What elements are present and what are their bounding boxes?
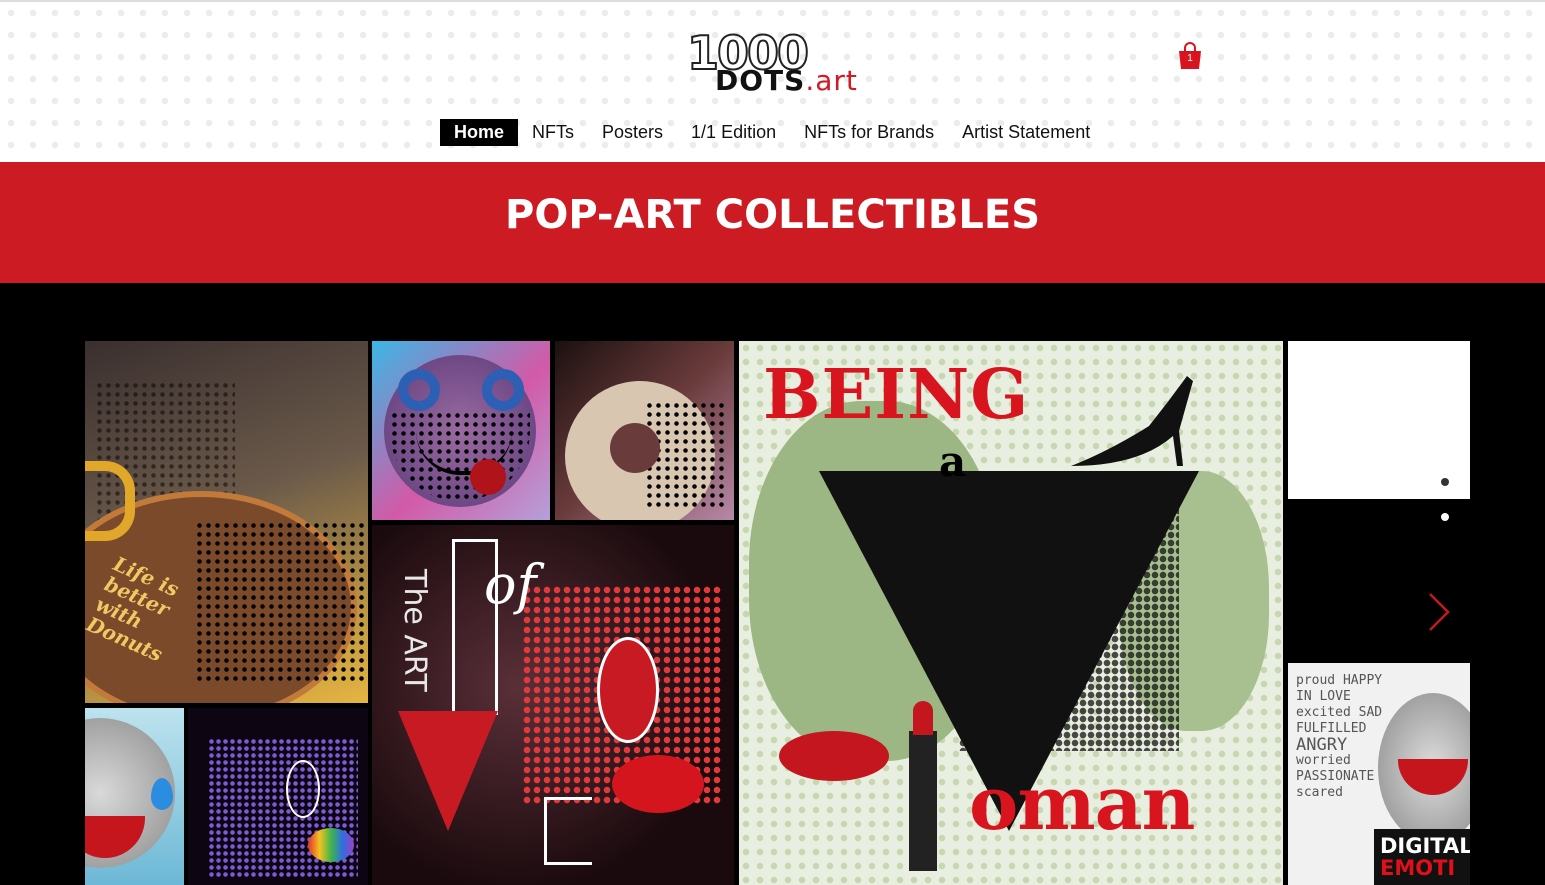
mug-handle bbox=[85, 461, 135, 541]
nav-item-posters[interactable]: Posters bbox=[588, 119, 677, 146]
donut-eye-right bbox=[482, 369, 524, 411]
site-header: 1000 DOTS.art 1 Home NFTs Posters 1/1 Ed… bbox=[0, 0, 1545, 162]
gallery-image-donut-face[interactable] bbox=[372, 341, 550, 520]
emotion-words: proud HAPPY IN LOVE excited SAD FULFILLE… bbox=[1296, 673, 1383, 800]
tear-icon bbox=[151, 778, 173, 810]
halftone-pattern bbox=[195, 521, 365, 681]
gallery-image-digital-emotions[interactable]: proud HAPPY IN LOVE excited SAD FULFILLE… bbox=[1288, 663, 1470, 885]
gallery-image-art-of-love[interactable]: The ART of bbox=[372, 525, 734, 885]
art-of-love-the-art: The ART bbox=[397, 569, 432, 692]
nav-item-nfts-for-brands[interactable]: NFTs for Brands bbox=[790, 119, 948, 146]
lipstick-icon bbox=[909, 701, 937, 871]
being-a-woman-oman: oman bbox=[969, 761, 1195, 847]
site-logo[interactable]: 1000 DOTS.art bbox=[686, 29, 901, 100]
letter-E bbox=[544, 797, 592, 865]
main-nav: Home NFTs Posters 1/1 Edition NFTs for B… bbox=[440, 119, 1104, 146]
letter-V bbox=[398, 711, 498, 831]
gallery-image-white[interactable] bbox=[1288, 341, 1470, 499]
letter-O bbox=[286, 760, 320, 818]
gallery-image-laughing-emoji[interactable] bbox=[85, 708, 184, 885]
being-a-woman-a: a bbox=[939, 437, 967, 486]
portrait-halftone bbox=[959, 491, 1179, 751]
digital-emotions-label: DIGITAL EMOTI bbox=[1380, 834, 1470, 880]
high-heel-icon bbox=[1069, 371, 1199, 466]
donut-eye-left bbox=[398, 369, 440, 411]
hero-banner: POP-ART COLLECTIBLES bbox=[0, 162, 1545, 283]
lips bbox=[612, 755, 704, 813]
nav-item-artist-statement[interactable]: Artist Statement bbox=[948, 119, 1104, 146]
cart-count: 1 bbox=[1187, 53, 1193, 64]
gallery-next-arrow-icon[interactable] bbox=[1424, 590, 1454, 634]
rainbow-lips bbox=[308, 828, 354, 862]
slider-dot[interactable] bbox=[1441, 478, 1449, 486]
nav-item-nfts[interactable]: NFTs bbox=[518, 119, 588, 146]
logo-wordmark: DOTS.art bbox=[715, 64, 858, 97]
gallery-image-art-of-love-rainbow[interactable] bbox=[188, 708, 368, 885]
art-of-love-of: of bbox=[484, 553, 537, 616]
donut-hole bbox=[610, 423, 660, 473]
cart-button[interactable]: 1 bbox=[1177, 42, 1203, 70]
being-a-woman-being: BEING bbox=[763, 355, 1030, 435]
nav-item-1-1-edition[interactable]: 1/1 Edition bbox=[677, 119, 790, 146]
gallery-image-donut-poster[interactable]: Life is better with Donuts bbox=[85, 341, 368, 703]
gallery-image-being-a-woman[interactable]: BEING a oman bbox=[739, 341, 1283, 885]
lips bbox=[779, 731, 889, 781]
slider-dot[interactable] bbox=[1441, 513, 1449, 521]
letter-O bbox=[597, 637, 659, 743]
page-title: POP-ART COLLECTIBLES bbox=[505, 192, 1040, 238]
nav-item-home[interactable]: Home bbox=[440, 119, 519, 146]
tongue bbox=[470, 459, 506, 495]
gallery-image-donut-bitten[interactable] bbox=[555, 341, 734, 520]
